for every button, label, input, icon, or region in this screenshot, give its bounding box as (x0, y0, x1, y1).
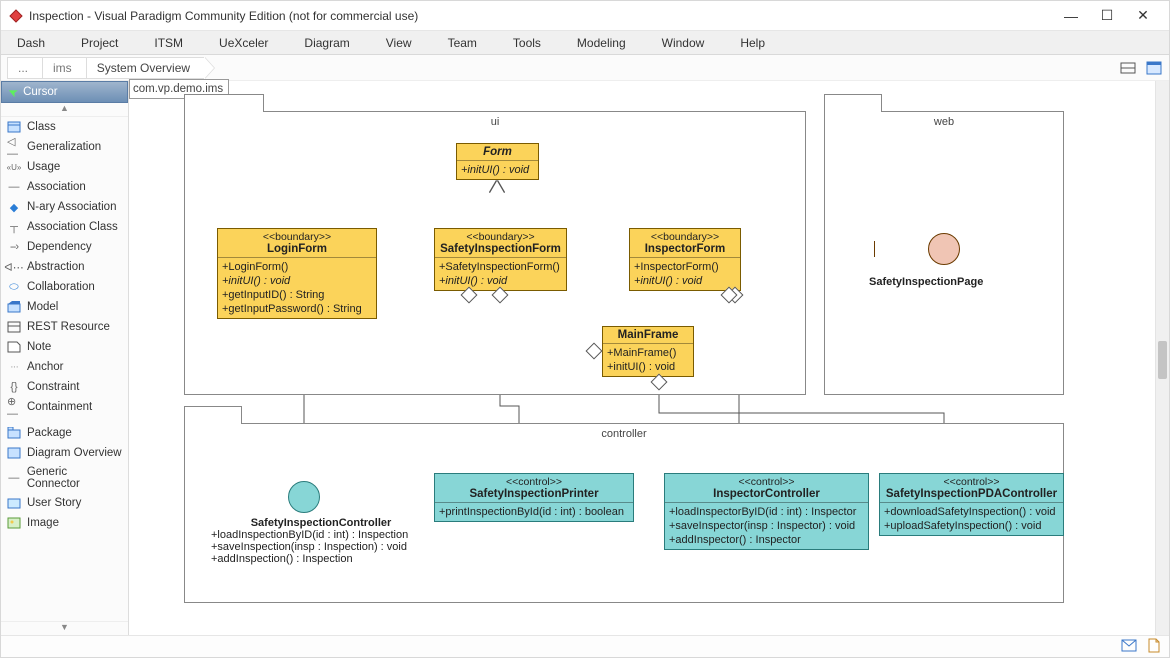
cursor-label: Cursor (23, 86, 58, 98)
usage-icon: «U» (7, 160, 21, 174)
main-area: ➤ Cursor ▲ Class ◁—Generalization «U»Usa… (1, 81, 1169, 635)
palette-list: Class ◁—Generalization «U»Usage —Associa… (1, 117, 128, 621)
pal-rest[interactable]: REST Resource (1, 317, 128, 337)
pal-usage[interactable]: «U»Usage (1, 157, 128, 177)
diagram-editor[interactable]: ui web controller Form +initUI() : void … (129, 81, 1169, 635)
pal-diagram-overview[interactable]: Diagram Overview (1, 443, 128, 463)
userstory-icon (7, 496, 21, 510)
package-ui-label: ui (185, 116, 805, 128)
rest-icon (7, 320, 21, 334)
pal-user-story[interactable]: User Story (1, 493, 128, 513)
generalization-arrowhead (490, 181, 504, 193)
image-icon (7, 516, 21, 530)
class-mainframe[interactable]: MainFrame +MainFrame()+initUI() : void (602, 326, 694, 377)
breadcrumb-root[interactable]: ... (7, 57, 42, 79)
pal-generic-connector[interactable]: —Generic Connector (1, 463, 128, 493)
menu-tools[interactable]: Tools (509, 34, 545, 52)
class-pdacontroller[interactable]: <<control>>SafetyInspectionPDAController… (879, 473, 1064, 536)
class-safetyinspectionform[interactable]: <<boundary>>SafetyInspectionForm +Safety… (434, 228, 567, 291)
maximize-button[interactable]: ☐ (1089, 7, 1125, 24)
class-form[interactable]: Form +initUI() : void (456, 143, 539, 180)
menu-itsm[interactable]: ITSM (150, 34, 187, 52)
pal-dependency[interactable]: --›Dependency (1, 237, 128, 257)
menu-window[interactable]: Window (658, 34, 709, 52)
nary-icon: ◆ (7, 200, 21, 214)
menu-project[interactable]: Project (77, 34, 122, 52)
class-inspectorcontroller[interactable]: <<control>>InspectorController +loadInsp… (664, 473, 869, 550)
association-icon: — (7, 180, 21, 194)
pal-image[interactable]: Image (1, 513, 128, 533)
doc-icon[interactable] (1147, 638, 1161, 656)
close-button[interactable]: ✕ (1125, 7, 1161, 24)
generalization-icon: ◁— (7, 140, 21, 154)
pal-model[interactable]: Model (1, 297, 128, 317)
expander-up[interactable]: ▲ (1, 103, 128, 117)
scrollbar-thumb[interactable] (1158, 341, 1167, 379)
control-node-sic[interactable] (288, 481, 320, 513)
containment-icon: ⊕— (7, 400, 21, 414)
vertical-scrollbar[interactable] (1155, 81, 1169, 635)
menu-diagram[interactable]: Diagram (300, 34, 353, 52)
menu-help[interactable]: Help (736, 34, 769, 52)
abstraction-icon: ᐊ⋯ (7, 260, 21, 274)
status-bar (1, 635, 1169, 657)
tool-palette: ➤ Cursor ▲ Class ◁—Generalization «U»Usa… (1, 81, 129, 635)
panel-toggle-icon[interactable] (1145, 59, 1163, 77)
pal-anchor[interactable]: ···Anchor (1, 357, 128, 377)
switch-view-icon[interactable] (1119, 59, 1137, 77)
pal-note[interactable]: Note (1, 337, 128, 357)
class-printer[interactable]: <<control>>SafetyInspectionPrinter +prin… (434, 473, 634, 522)
pal-association[interactable]: —Association (1, 177, 128, 197)
breadcrumb-item[interactable]: ims (42, 57, 86, 79)
assoc-class-icon: ┬ (7, 220, 21, 234)
overview-icon (7, 446, 21, 460)
package-icon (7, 426, 21, 440)
pal-package[interactable]: Package (1, 423, 128, 443)
pal-containment[interactable]: ⊕—Containment (1, 397, 128, 417)
note-icon (7, 340, 21, 354)
menu-dash[interactable]: Dash (13, 34, 49, 52)
connector-icon: — (7, 471, 21, 485)
pal-nary[interactable]: ◆N-ary Association (1, 197, 128, 217)
class-sic[interactable]: SafetyInspectionController +loadInspecti… (211, 517, 431, 565)
constraint-icon: {} (7, 380, 21, 394)
package-controller-label: controller (185, 428, 1063, 440)
menu-view[interactable]: View (382, 34, 416, 52)
menu-team[interactable]: Team (444, 34, 481, 52)
class-loginform[interactable]: <<boundary>>LoginForm +LoginForm() +init… (217, 228, 377, 319)
pal-abstraction[interactable]: ᐊ⋯Abstraction (1, 257, 128, 277)
pal-collaboration[interactable]: ⬭Collaboration (1, 277, 128, 297)
menu-uexceler[interactable]: UeXceler (215, 34, 272, 52)
dependency-icon: --› (7, 240, 21, 254)
menu-modeling[interactable]: Modeling (573, 34, 630, 52)
collaboration-icon: ⬭ (7, 280, 21, 294)
package-web-label: web (825, 116, 1063, 128)
cursor-icon: ➤ (6, 84, 21, 101)
app-icon (9, 9, 23, 23)
cursor-tool[interactable]: ➤ Cursor (1, 81, 128, 103)
minimize-button[interactable]: — (1053, 8, 1089, 24)
mail-icon[interactable] (1121, 639, 1137, 655)
model-icon (7, 300, 21, 314)
pal-assoc-class[interactable]: ┬Association Class (1, 217, 128, 237)
boundary-node-web[interactable] (928, 233, 960, 265)
class-icon (7, 120, 21, 134)
web-page-label: SafetyInspectionPage (869, 276, 983, 288)
breadcrumb-current[interactable]: System Overview (86, 57, 204, 79)
class-inspectorform[interactable]: <<boundary>>InspectorForm +InspectorForm… (629, 228, 741, 291)
anchor-icon: ··· (7, 360, 21, 374)
window-title: Inspection - Visual Paradigm Community E… (29, 9, 418, 23)
breadcrumb-bar: ... ims System Overview (1, 55, 1169, 81)
expander-down[interactable]: ▼ (1, 621, 128, 635)
title-bar: Inspection - Visual Paradigm Community E… (1, 1, 1169, 31)
pal-generalization[interactable]: ◁—Generalization (1, 137, 128, 157)
menu-bar: Dash Project ITSM UeXceler Diagram View … (1, 31, 1169, 55)
diagram-canvas[interactable]: ui web controller Form +initUI() : void … (129, 81, 1155, 635)
